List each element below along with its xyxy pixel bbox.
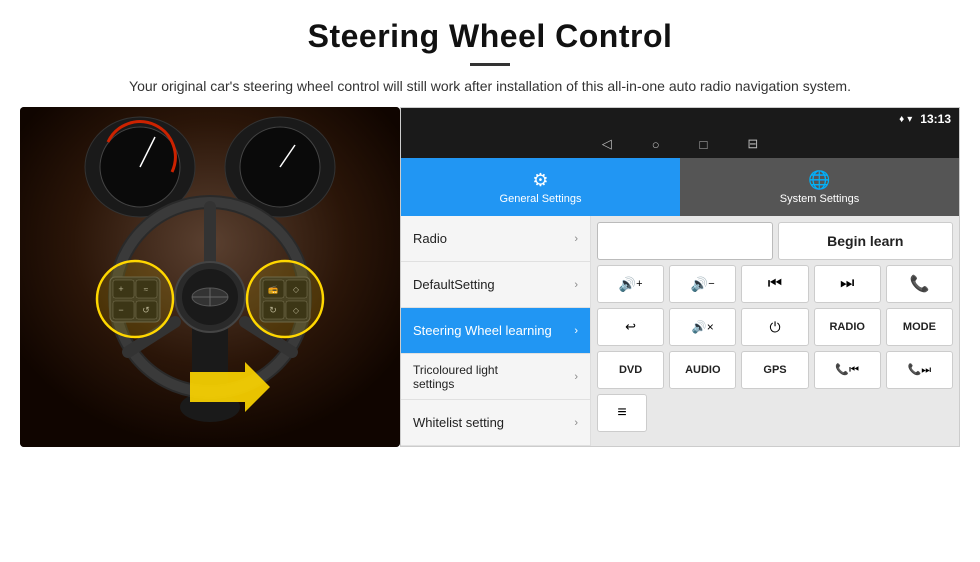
recent-icon[interactable]: □ [700,137,708,152]
menu-item-default[interactable]: DefaultSetting › [401,262,590,308]
phone-prev-button[interactable]: 📞⏮ [814,351,881,389]
globe-icon: 🌐 [808,170,830,191]
chevron-icon: › [574,279,578,291]
menu-item-tricolor[interactable]: Tricoloured lightsettings › [401,354,590,400]
status-time: 13:13 [920,112,951,126]
gear-icon: ⚙ [532,170,548,191]
ctrl-row-5: ≡ [597,394,953,432]
page-header: Steering Wheel Control Your original car… [0,0,980,107]
page-subtitle: Your original car's steering wheel contr… [40,76,940,97]
menu-item-radio[interactable]: Radio › [401,216,590,262]
menu-item-steering[interactable]: Steering Wheel learning › [401,308,590,354]
page-title: Steering Wheel Control [40,18,940,55]
menu-item-tricolor-label: Tricoloured lightsettings [413,363,498,391]
menu-list: Radio › DefaultSetting › Steering Wheel … [401,216,591,446]
tab-general[interactable]: ⚙ General Settings [401,158,680,216]
ctrl-row-1: Begin learn [597,222,953,260]
control-panel: Begin learn 🔊+ 🔊− ⏮ ⏭ 📞 ↩ 🔊× ⏻ RADIO MOD [591,216,959,446]
title-divider [470,63,510,66]
hang-up-button[interactable]: ↩ [597,308,664,346]
gps-button[interactable]: GPS [741,351,808,389]
list-button[interactable]: ≡ [597,394,647,432]
chevron-icon: › [574,325,578,337]
menu-item-whitelist-label: Whitelist setting [413,415,504,430]
ctrl-row-2: 🔊+ 🔊− ⏮ ⏭ 📞 [597,265,953,303]
ctrl-row-4: DVD AUDIO GPS 📞⏮ 📞⏭ [597,351,953,389]
menu-item-default-label: DefaultSetting [413,277,495,292]
back-icon[interactable]: ◁ [602,136,612,152]
phone-next-button[interactable]: 📞⏭ [886,351,953,389]
menu-icon[interactable]: ⊟ [747,136,758,152]
key-input-field [597,222,773,260]
prev-track-button[interactable]: ⏮ [741,265,808,303]
tab-general-label: General Settings [500,193,582,205]
audio-button[interactable]: AUDIO [669,351,736,389]
power-button[interactable]: ⏻ [741,308,808,346]
chevron-icon: › [574,233,578,245]
vol-down-button[interactable]: 🔊− [669,265,736,303]
status-icons: ♦▾ [899,114,912,125]
chevron-icon: › [574,417,578,429]
android-ui: ♦▾ 13:13 ◁ ○ □ ⊟ ⚙ General Settings 🌐 Sy… [400,107,960,447]
main-content: + ≈ − ↺ 📻 ◇ ↻ ◇ [0,107,980,467]
tab-system-label: System Settings [780,193,859,205]
chevron-icon: › [574,371,578,383]
tab-system[interactable]: 🌐 System Settings [680,158,959,216]
menu-item-steering-label: Steering Wheel learning [413,323,552,338]
next-track-button[interactable]: ⏭ [814,265,881,303]
mode-button[interactable]: MODE [886,308,953,346]
menu-item-whitelist[interactable]: Whitelist setting › [401,400,590,446]
content-area: Radio › DefaultSetting › Steering Wheel … [401,216,959,446]
dvd-button[interactable]: DVD [597,351,664,389]
menu-item-radio-label: Radio [413,231,447,246]
vol-up-button[interactable]: 🔊+ [597,265,664,303]
mute-button[interactable]: 🔊× [669,308,736,346]
radio-button[interactable]: RADIO [814,308,881,346]
phone-button[interactable]: 📞 [886,265,953,303]
tab-bar: ⚙ General Settings 🌐 System Settings [401,158,959,216]
ctrl-row-3: ↩ 🔊× ⏻ RADIO MODE [597,308,953,346]
home-icon[interactable]: ○ [652,137,660,152]
status-bar: ♦▾ 13:13 [401,108,959,130]
car-image: + ≈ − ↺ 📻 ◇ ↻ ◇ [20,107,400,447]
begin-learn-button[interactable]: Begin learn [778,222,954,260]
nav-bar: ◁ ○ □ ⊟ [401,130,959,158]
